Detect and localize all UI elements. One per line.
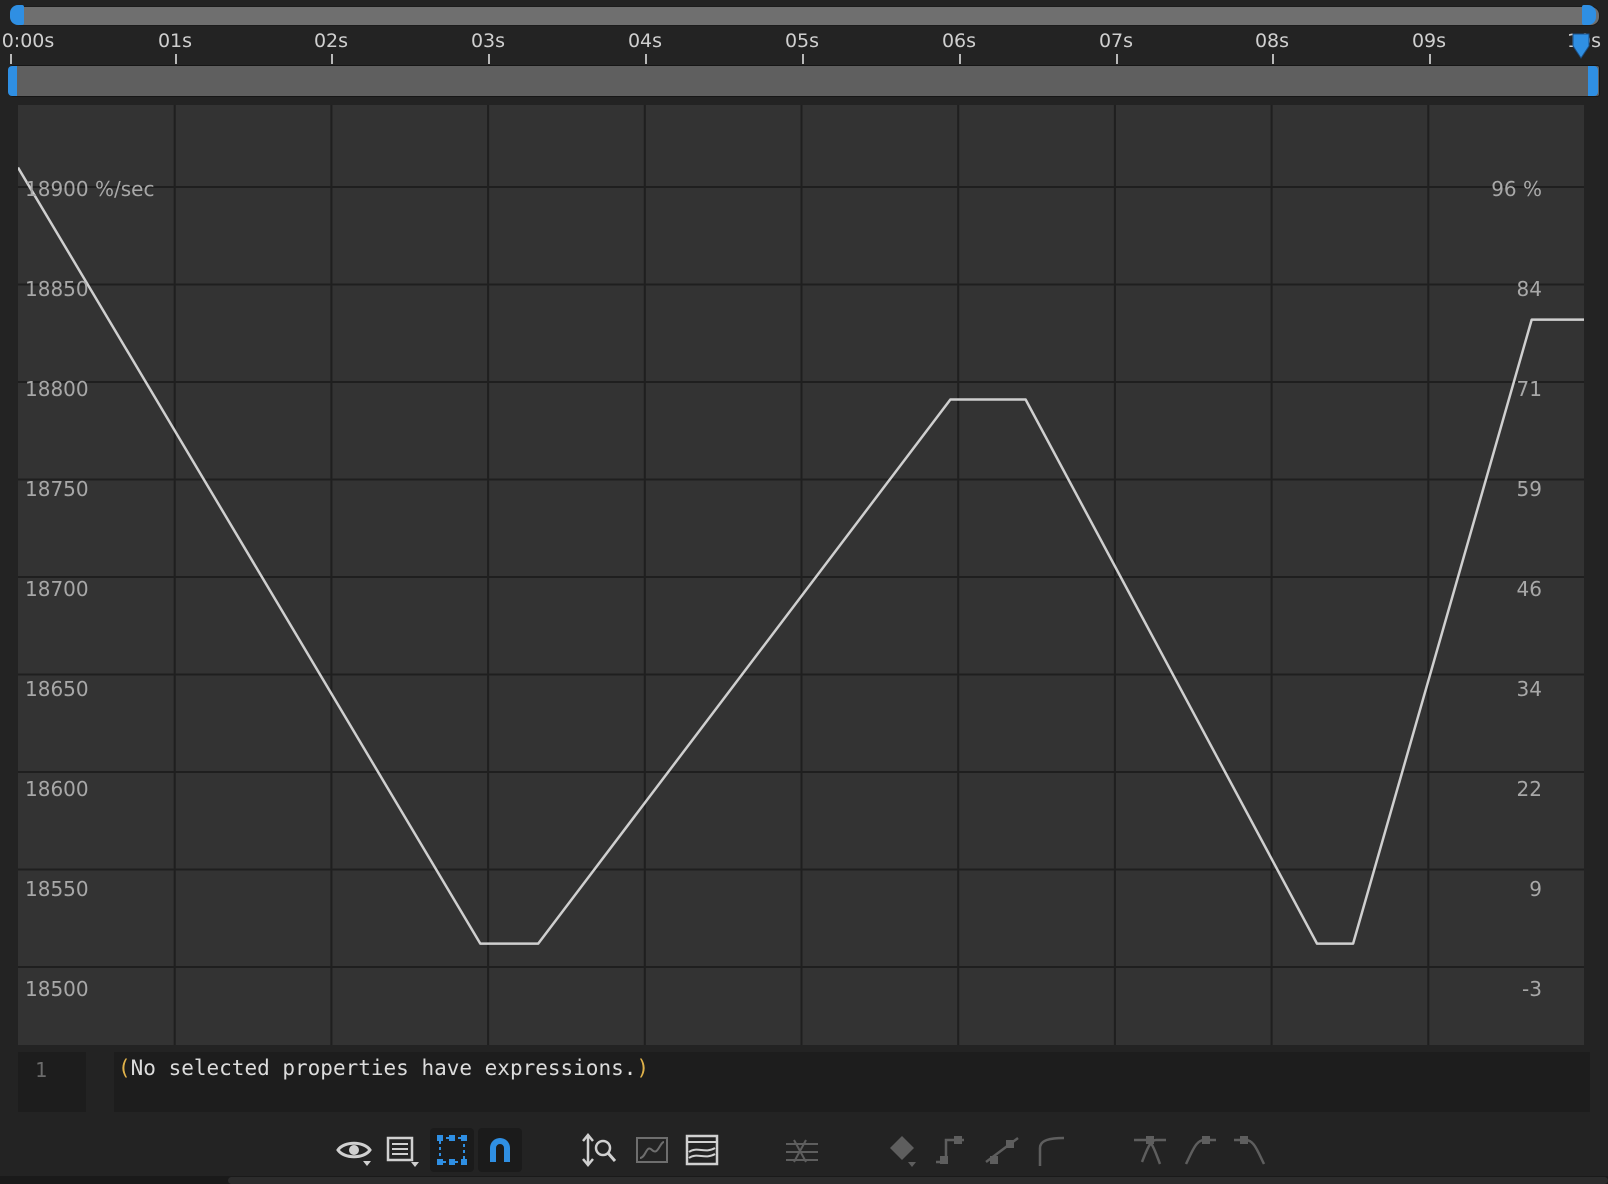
ruler-label: 0:00s xyxy=(1,30,55,52)
linear-keyframe-icon[interactable] xyxy=(980,1128,1024,1172)
ruler-label: 01s xyxy=(157,30,193,52)
work-area-start-handle[interactable] xyxy=(8,66,17,96)
horizontal-scrollbar[interactable] xyxy=(228,1177,1608,1184)
time-navigator-end-handle[interactable] xyxy=(1582,5,1596,25)
ruler-tick xyxy=(1116,54,1118,64)
speed-graph-area[interactable]: 18900 %/sec 18850 18800 18750 18700 1865… xyxy=(18,105,1584,1045)
ruler-label: 02s xyxy=(313,30,349,52)
time-navigator-start-handle[interactable] xyxy=(10,5,24,25)
left-axis-label: 18600 xyxy=(25,777,89,801)
left-axis-label: 18750 xyxy=(25,477,89,501)
fit-selection-icon[interactable] xyxy=(630,1128,674,1172)
expression-line-gutter xyxy=(18,1052,86,1112)
left-axis-label: 18700 xyxy=(25,577,89,601)
ruler-label: 04s xyxy=(627,30,663,52)
ruler-label: 08s xyxy=(1254,30,1290,52)
ruler-tick xyxy=(645,54,647,64)
ruler-tick xyxy=(802,54,804,64)
ruler-tick xyxy=(959,54,961,64)
expression-text[interactable]: (No selected properties have expressions… xyxy=(118,1056,649,1080)
right-axis-label: 59 xyxy=(1516,477,1542,501)
edit-keyframe-icon[interactable] xyxy=(882,1128,926,1172)
work-area-bar[interactable] xyxy=(10,65,1600,97)
right-axis-label: 22 xyxy=(1516,777,1542,801)
left-axis-label: 18650 xyxy=(25,677,89,701)
left-axis-label: 18500 xyxy=(25,977,89,1001)
ruler-tick xyxy=(10,54,12,64)
ruler-label: 07s xyxy=(1098,30,1134,52)
right-axis-label: 71 xyxy=(1516,377,1542,401)
expression-line-number: 1 xyxy=(35,1058,48,1082)
graph-editor-panel: 0:00s 01s 02s 03s 04s 05s 06s 07s 08s 09… xyxy=(0,0,1608,1184)
left-axis-top-label: 18900 %/sec xyxy=(25,177,155,201)
right-axis-label: 9 xyxy=(1529,877,1542,901)
ruler-label: 03s xyxy=(470,30,506,52)
auto-bezier-icon[interactable] xyxy=(1030,1128,1074,1172)
ruler-tick xyxy=(1272,54,1274,64)
left-axis-label: 18850 xyxy=(25,277,89,301)
ruler-tick xyxy=(488,54,490,64)
right-axis-label: 84 xyxy=(1516,277,1542,301)
easy-ease-icon[interactable] xyxy=(1128,1128,1172,1172)
ruler-tick xyxy=(175,54,177,64)
speed-graph-canvas[interactable] xyxy=(18,105,1584,1045)
easy-ease-out-icon[interactable] xyxy=(1228,1128,1272,1172)
ruler-tick xyxy=(331,54,333,64)
right-axis-label: -3 xyxy=(1522,977,1542,1001)
right-axis-label: 46 xyxy=(1516,577,1542,601)
current-time-indicator-icon[interactable] xyxy=(1571,32,1591,60)
time-navigator-bar[interactable] xyxy=(14,6,1600,26)
hold-keyframe-icon[interactable] xyxy=(930,1128,974,1172)
eye-icon[interactable] xyxy=(332,1128,376,1172)
fit-to-view-icon[interactable] xyxy=(578,1128,622,1172)
ruler-label: 09s xyxy=(1411,30,1447,52)
right-axis-top-label: 96 % xyxy=(1491,177,1542,201)
fit-all-graphs-icon[interactable] xyxy=(680,1128,724,1172)
separate-dimensions-icon[interactable] xyxy=(780,1128,824,1172)
left-axis-label: 18550 xyxy=(25,877,89,901)
easy-ease-in-icon[interactable] xyxy=(1178,1128,1222,1172)
left-axis-label: 18800 xyxy=(25,377,89,401)
graph-menu-icon[interactable] xyxy=(380,1128,424,1172)
right-axis-label: 34 xyxy=(1516,677,1542,701)
transform-box-icon[interactable] xyxy=(430,1128,474,1172)
ruler-label: 05s xyxy=(784,30,820,52)
ruler-label: 06s xyxy=(941,30,977,52)
work-area-end-handle[interactable] xyxy=(1588,66,1598,96)
snap-magnet-icon[interactable] xyxy=(478,1128,522,1172)
time-ruler[interactable]: 0:00s 01s 02s 03s 04s 05s 06s 07s 08s 09… xyxy=(0,26,1608,64)
ruler-tick xyxy=(1429,54,1431,64)
